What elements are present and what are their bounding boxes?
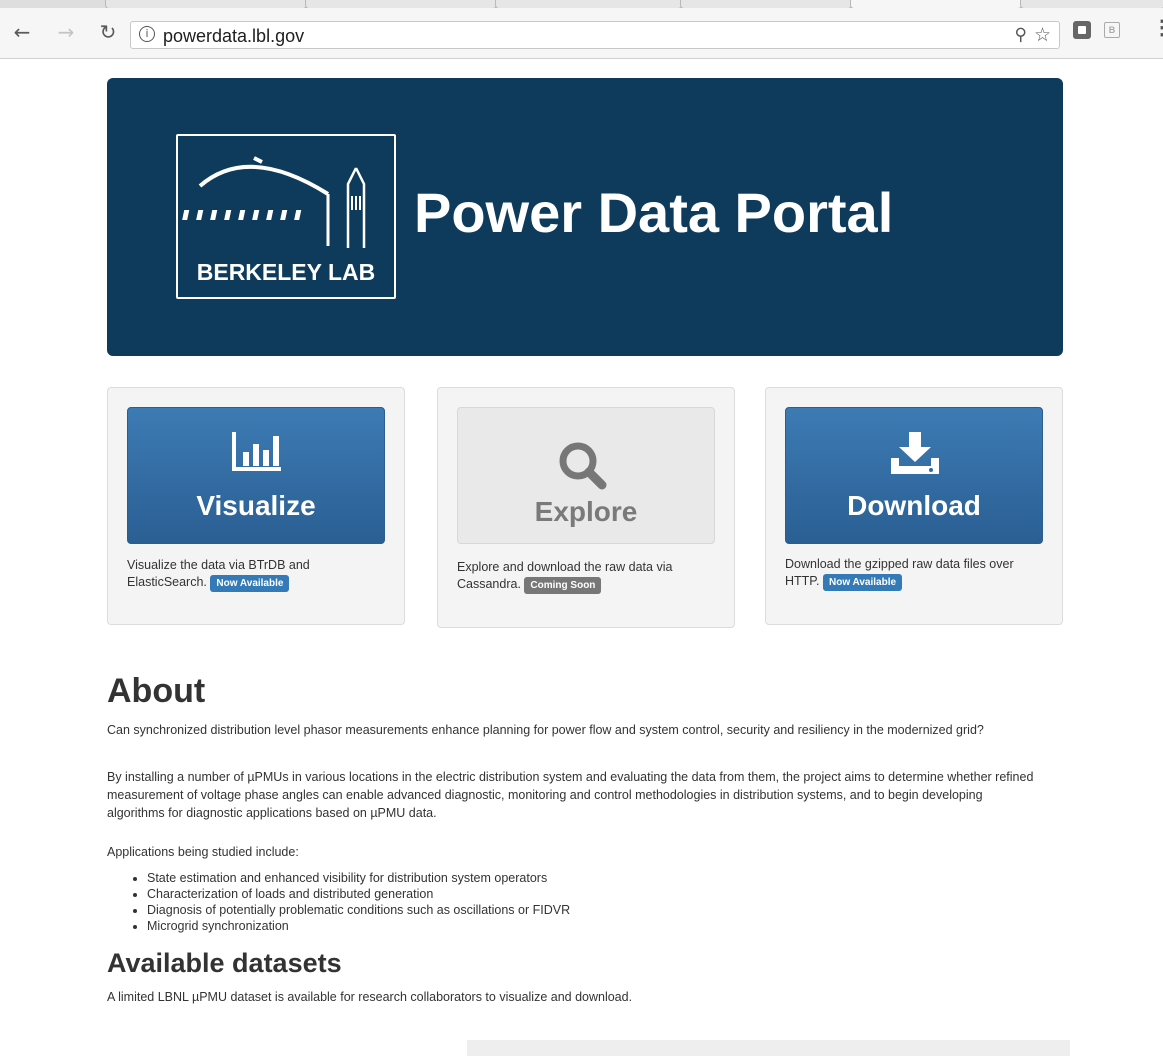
berkeley-lab-logo: BERKELEY LAB — [176, 134, 396, 299]
download-label: Download — [847, 490, 981, 521]
explore-description: Explore and download the raw data via Ca… — [457, 559, 722, 594]
logo-text: BERKELEY LAB — [196, 259, 376, 285]
list-item: Microgrid synchronization — [147, 918, 570, 934]
visualize-label: Visualize — [196, 490, 316, 521]
info-icon[interactable]: i — [139, 26, 155, 42]
applications-list: State estimation and enhanced visibility… — [107, 870, 570, 934]
extension-b-icon[interactable]: B — [1104, 22, 1120, 38]
download-icon — [891, 432, 939, 474]
visualize-description: Visualize the data via BTrDB and Elastic… — [127, 557, 392, 592]
hero-banner: BERKELEY LAB Power Data Portal — [107, 78, 1063, 356]
more-vertical-icon[interactable]: ⋮ — [1152, 18, 1163, 38]
forward-icon[interactable]: → — [54, 20, 78, 44]
download-card: Download Download the gzipped raw data f… — [765, 387, 1063, 625]
datasets-heading: Available datasets — [107, 948, 342, 978]
about-paragraph-1: Can synchronized distribution level phas… — [107, 723, 984, 737]
list-item: State estimation and enhanced visibility… — [147, 870, 570, 886]
explore-button[interactable]: Explore — [457, 407, 715, 544]
visualize-card: Visualize Visualize the data via BTrDB a… — [107, 387, 405, 625]
address-url[interactable]: powerdata.lbl.gov — [163, 26, 304, 46]
lab-building-icon — [182, 156, 366, 248]
address-bar[interactable]: i powerdata.lbl.gov ⚲ ☆ — [130, 21, 1060, 49]
page-title: Power Data Portal — [414, 181, 894, 244]
extension-icon[interactable] — [1073, 21, 1091, 39]
status-badge: Coming Soon — [524, 577, 602, 594]
datasets-paragraph: A limited LBNL µPMU dataset is available… — [107, 990, 633, 1004]
back-icon[interactable]: ← — [10, 20, 34, 44]
download-button[interactable]: Download — [785, 407, 1043, 544]
about-heading: About — [107, 672, 206, 710]
about-paragraph-3: Applications being studied include: — [107, 845, 299, 859]
list-item: Diagnosis of potentially problematic con… — [147, 902, 570, 918]
about-paragraph-2: By installing a number of µPMUs in vario… — [107, 770, 1034, 820]
explore-card: Explore Explore and download the raw dat… — [437, 387, 735, 628]
visualize-button[interactable]: Visualize — [127, 407, 385, 544]
status-badge: Now Available — [210, 575, 290, 592]
star-icon[interactable]: ☆ — [1034, 24, 1051, 46]
download-description: Download the gzipped raw data files over… — [785, 556, 1050, 591]
zoom-icon[interactable]: ⚲ — [1015, 25, 1027, 45]
search-icon — [559, 442, 607, 490]
browser-toolbar: ← → ↻ i powerdata.lbl.gov ⚲ ☆ B ⋮ — [0, 8, 1163, 59]
list-item: Characterization of loads and distribute… — [147, 886, 570, 902]
explore-label: Explore — [534, 496, 638, 527]
dataset-map[interactable] — [467, 1040, 1070, 1056]
reload-icon[interactable]: ↻ — [96, 20, 120, 44]
status-badge: Now Available — [822, 574, 903, 591]
browser-tab-strip — [0, 0, 1163, 9]
bar-chart-icon — [232, 432, 281, 471]
